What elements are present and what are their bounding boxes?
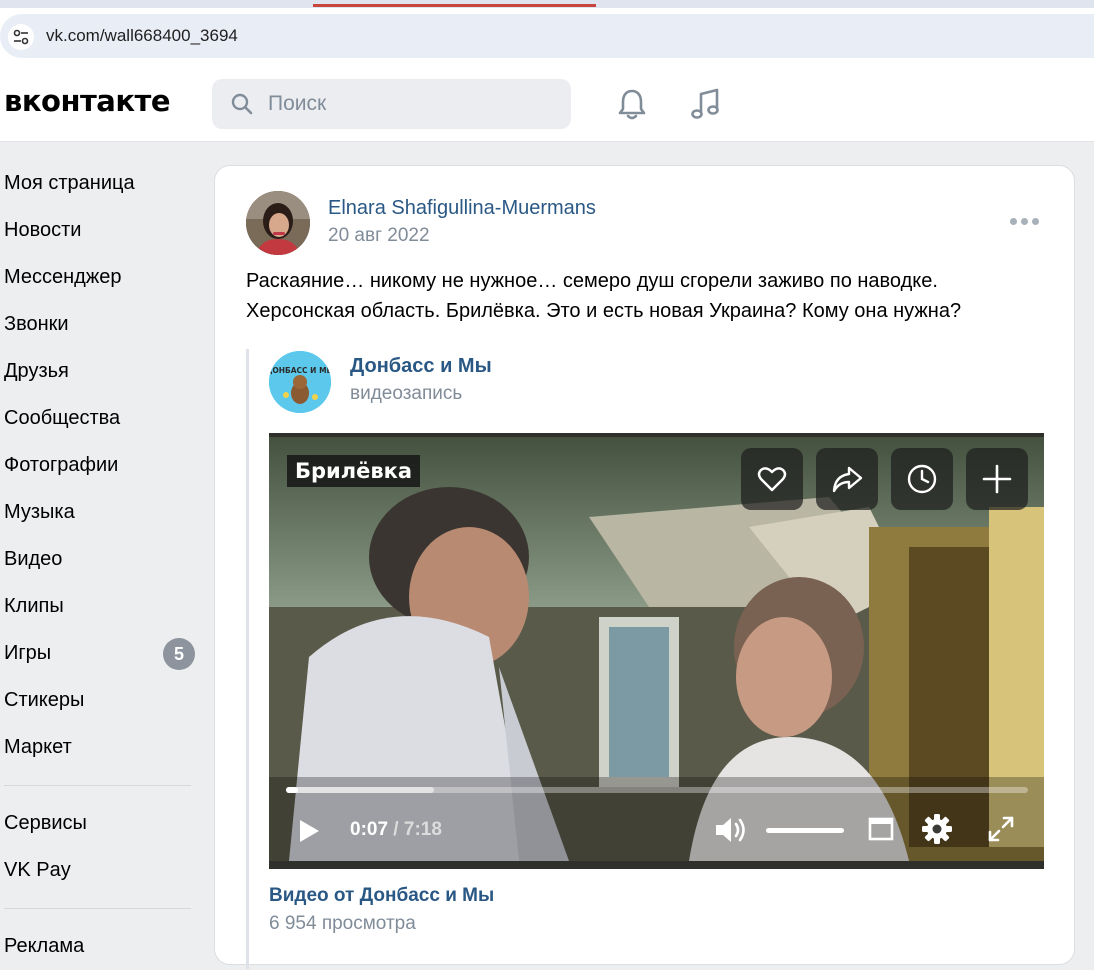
sidebar-item-market[interactable]: Маркет: [0, 724, 200, 771]
sidebar-divider: [4, 785, 191, 786]
sidebar-item-clips[interactable]: Клипы: [0, 583, 200, 630]
video-views-count: 6 954 просмотра: [269, 913, 416, 934]
sidebar-item-label: Друзья: [4, 360, 69, 382]
miniplayer-icon[interactable]: [868, 816, 894, 842]
sidebar-item-friends[interactable]: Друзья: [0, 348, 200, 395]
search-box[interactable]: [212, 79, 571, 129]
heart-icon: [757, 467, 787, 492]
browser-tabstrip: [0, 0, 1094, 8]
sidebar-item-services[interactable]: Сервисы: [0, 800, 200, 847]
sidebar-item-label: Клипы: [4, 595, 64, 617]
games-count-badge: 5: [163, 638, 195, 670]
sidebar-item-label: Музыка: [4, 501, 75, 523]
vk-logo[interactable]: вконтакте: [4, 84, 171, 118]
post-date[interactable]: 20 авг 2022: [328, 225, 430, 247]
repost-subtitle: видеозапись: [350, 383, 463, 404]
dot-icon: [1010, 218, 1017, 225]
sidebar-item-my-page[interactable]: Моя страница: [0, 160, 200, 207]
post-text: Раскаяние… никому не нужное… семеро душ …: [246, 270, 962, 322]
video-player[interactable]: Брилёвка 0:07 / 7:18: [269, 433, 1044, 869]
sidebar-item-label: Реклама: [4, 935, 85, 957]
video-watch-later-button[interactable]: [891, 448, 953, 510]
video-add-button[interactable]: [966, 448, 1028, 510]
sidebar-divider: [4, 908, 191, 909]
video-buffered-bar: [286, 787, 435, 793]
sidebar-item-ads[interactable]: Реклама: [0, 923, 200, 970]
sidebar-item-video[interactable]: Видео: [0, 536, 200, 583]
video-current-time: 0:07: [350, 819, 389, 840]
volume-slider[interactable]: [766, 828, 844, 833]
sidebar-item-communities[interactable]: Сообщества: [0, 395, 200, 442]
music-note-icon[interactable]: [688, 86, 724, 122]
dot-icon: [1021, 218, 1028, 225]
share-arrow-icon: [832, 466, 863, 493]
video-like-button[interactable]: [741, 448, 803, 510]
sidebar-item-label: Фотографии: [4, 454, 119, 476]
sidebar-item-label: Видео: [4, 548, 63, 570]
sidebar-item-label: Моя страница: [4, 172, 135, 194]
author-avatar[interactable]: [246, 191, 310, 255]
sidebar-item-label: VK Pay: [4, 859, 71, 881]
search-icon: [231, 93, 253, 115]
sidebar-item-music[interactable]: Музыка: [0, 489, 200, 536]
sidebar-item-label: Игры: [4, 642, 52, 664]
video-played-bar: [286, 787, 298, 793]
url-field[interactable]: vk.com/wall668400_3694: [0, 14, 1094, 58]
video-share-button[interactable]: [816, 448, 878, 510]
wall-post: Elnara Shafigullina-Muermans 20 авг 2022…: [214, 165, 1075, 969]
left-sidebar: Моя страница Новости Мессенджер Звонки Д…: [0, 160, 200, 970]
video-location-label: Брилёвка: [287, 455, 421, 487]
active-tab-indicator: [313, 4, 596, 7]
time-separator: /: [388, 819, 404, 840]
sidebar-item-news[interactable]: Новости: [0, 207, 200, 254]
notifications-bell-icon[interactable]: [614, 86, 650, 122]
sidebar-item-label: Новости: [4, 219, 82, 241]
sidebar-item-label: Звонки: [4, 313, 69, 335]
volume-icon[interactable]: [714, 815, 750, 845]
group-avatar[interactable]: ДОНБАСС И МЫ: [269, 351, 331, 413]
video-time: 0:07 / 7:18: [350, 819, 442, 841]
play-icon[interactable]: [297, 818, 321, 844]
plus-icon: [982, 464, 1012, 494]
sidebar-item-calls[interactable]: Звонки: [0, 301, 200, 348]
site-settings-icon[interactable]: [8, 24, 34, 50]
sidebar-item-vk-pay[interactable]: VK Pay: [0, 847, 200, 894]
browser-address-bar: vk.com/wall668400_3694: [0, 8, 1094, 64]
repost-group-name[interactable]: Донбасс и Мы: [350, 355, 492, 378]
site-header: вконтакте: [0, 64, 1094, 142]
sidebar-item-label: Мессенджер: [4, 266, 122, 288]
search-input[interactable]: [268, 87, 558, 121]
url-text[interactable]: vk.com/wall668400_3694: [46, 26, 238, 46]
repost-block: ДОНБАСС И МЫ Донбасс и Мы видеозапись Бр…: [246, 349, 1066, 969]
video-caption-link[interactable]: Видео от Донбасс и Мы: [269, 885, 494, 907]
dot-icon: [1032, 218, 1039, 225]
sidebar-item-photos[interactable]: Фотографии: [0, 442, 200, 489]
sidebar-item-messenger[interactable]: Мессенджер: [0, 254, 200, 301]
post-author-name[interactable]: Elnara Shafigullina-Muermans: [328, 197, 596, 220]
video-duration: 7:18: [403, 819, 442, 840]
post-more-options-button[interactable]: [1010, 212, 1040, 232]
fullscreen-icon[interactable]: [987, 815, 1015, 843]
sidebar-item-games[interactable]: Игры 5: [0, 630, 200, 677]
sidebar-item-label: Стикеры: [4, 689, 85, 711]
sidebar-item-label: Сервисы: [4, 812, 87, 834]
gear-icon[interactable]: [921, 813, 953, 845]
clock-icon: [907, 464, 937, 494]
video-progress-bar[interactable]: [286, 787, 1028, 793]
group-avatar-text: ДОНБАСС И МЫ: [269, 366, 331, 375]
sidebar-item-label: Сообщества: [4, 407, 121, 429]
sidebar-item-stickers[interactable]: Стикеры: [0, 677, 200, 724]
sidebar-item-label: Маркет: [4, 736, 72, 758]
